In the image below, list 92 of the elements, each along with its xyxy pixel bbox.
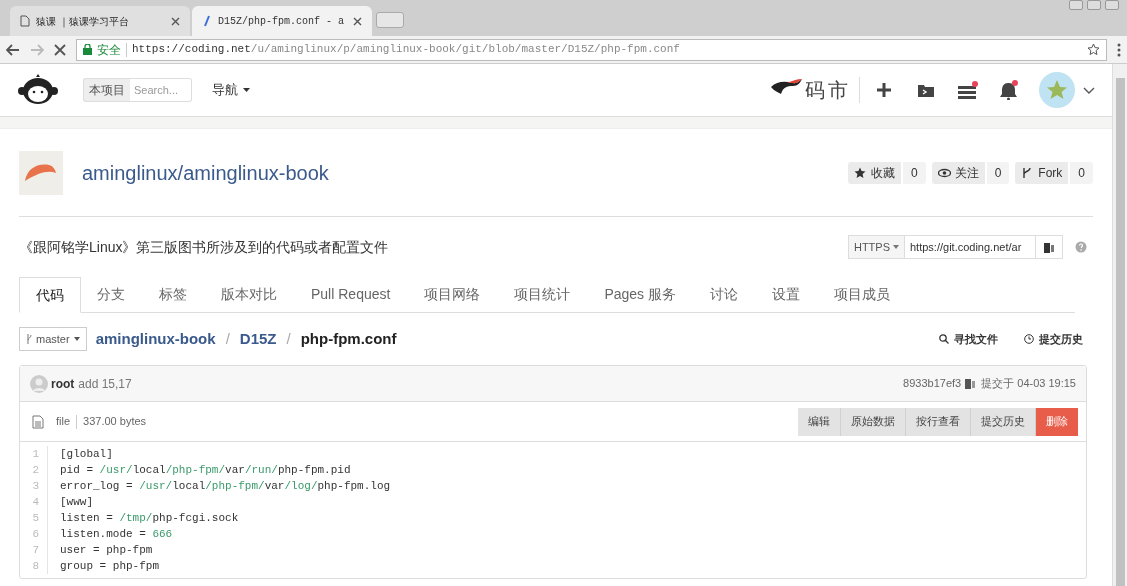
tab-title: D15Z/php-fpm.conf - a [218,14,346,29]
document-icon [32,414,44,429]
nav-tab[interactable]: 项目统计 [498,276,587,312]
caret-icon [243,88,250,92]
tab-title: 猿课 ｜猿课学习平台 [36,14,130,29]
loading-icon [202,15,212,27]
file-action-button[interactable]: 编辑 [798,407,841,436]
commit-message: add 15,17 [78,375,132,393]
line-number: 3 [20,478,48,494]
breadcrumb-link[interactable]: aminglinux-book [95,327,216,351]
line-number: 5 [20,510,48,526]
nav-tab[interactable]: 讨论 [694,276,754,312]
line-number: 7 [20,542,48,558]
file-name: php-fpm.conf [300,328,397,349]
line-number: 2 [20,462,48,478]
code-line: error_log = /usr/local/php-fpm/var/log/php-fpm.log [59,478,391,494]
bell-icon[interactable] [999,80,1019,100]
list-icon[interactable] [958,81,979,99]
url-text: https://coding.net/u/aminglinux/p/aminglinux-book/git/blob/master/D15Z/php-fpm.conf [132,42,680,58]
nav-tab[interactable]: Pull Request [295,276,407,312]
count-label: 0 [1070,161,1093,184]
nav-tab[interactable]: 设置 [756,276,816,312]
protocol-dropdown[interactable]: HTTPS [847,235,905,259]
repo-avatar [19,150,63,195]
star-icon [853,166,867,179]
search-icon [939,334,949,344]
file-action-button[interactable]: 原始数据 [841,407,906,436]
nav-tab[interactable]: 项目网络 [408,276,497,312]
nav-tab[interactable]: Pages 服务 [588,276,692,312]
path-separator: / [286,328,291,349]
commit-time: 提交于 04-03 19:15 [981,376,1076,392]
eye-icon [937,166,951,179]
file-size: 337.00 bytes [83,414,147,430]
close-icon[interactable] [353,16,362,26]
nav-tab[interactable]: 标签 [143,276,203,312]
clone-url-field[interactable]: https://git.coding.net/ar [905,235,1035,259]
nav-menu[interactable]: 导航 [212,80,250,100]
address-field[interactable]: 安全 https://coding.net/u/aminglinux/p/aminglinux-book/git/blob/master/D15Z/php-fpm.conf [76,38,1107,61]
browser-tab[interactable]: 猿课 ｜猿课学习平台 [10,6,190,36]
line-number: 4 [20,494,48,510]
copy-icon[interactable] [965,378,976,389]
code-line: [global] [59,446,113,462]
code-line: listen.mode = 666 [59,526,173,542]
caret-icon [893,245,899,249]
eye-button[interactable]: 关注 [931,161,985,184]
chevron-down-icon[interactable] [1083,86,1095,94]
code-line: pid = /usr/local/php-fpm/var/run/php-fpm.pid [59,462,351,478]
path-separator: / [225,328,230,349]
branch-dropdown[interactable]: master [19,327,87,351]
code-line: [www] [59,494,93,510]
scrollbar[interactable] [1112,64,1127,586]
close-icon[interactable] [171,16,180,26]
repo-name-link[interactable]: aminglinux/aminglinux-book [82,157,329,188]
code-line: listen = /tmp/php-fcgi.sock [59,510,239,526]
plus-icon[interactable] [876,82,892,98]
file-type: file [56,414,71,430]
lock-icon [83,44,92,55]
nav-tab[interactable]: 代码 [19,277,81,313]
copy-icon [1044,241,1054,253]
star-icon[interactable] [1087,43,1100,56]
code-line: user = php-fpm [59,542,153,558]
fork-button[interactable]: Fork [1015,161,1069,184]
file-action-button[interactable]: 按行查看 [906,407,971,436]
line-number: 1 [20,446,48,462]
monkey-logo[interactable] [17,74,59,106]
secure-label: 安全 [97,41,121,59]
nav-tab[interactable]: 分支 [81,276,141,312]
file-action-button[interactable]: 提交历史 [971,407,1036,436]
line-number: 8 [20,558,48,574]
commit-hash-link[interactable]: 8933b17ef3 [903,375,962,392]
page-icon [20,15,30,27]
user-avatar-icon [30,374,48,393]
count-label: 0 [902,161,926,184]
caret-icon [73,337,80,341]
browser-tab[interactable]: D15Z/php-fpm.conf - a [192,6,372,36]
close-icon[interactable] [54,43,66,56]
nav-tab[interactable]: 版本对比 [205,276,293,312]
logo-text: 码市 [805,78,851,103]
count-label: 0 [986,161,1010,184]
back-icon[interactable] [6,43,20,56]
breadcrumb-link[interactable]: D15Z [239,327,277,351]
branch-icon [26,334,32,344]
copy-button[interactable] [1035,235,1063,259]
commit-author: root [51,375,75,393]
nav-tab[interactable]: 项目成员 [818,276,906,312]
repo-description: 《跟阿铭学Linux》第三版图书所涉及到的代码或者配置文件 [19,237,389,257]
code-line: group = php-fpm [59,558,160,574]
terminal-icon[interactable] [918,83,934,97]
line-number: 6 [20,526,48,542]
star-button[interactable]: 收藏 [847,161,901,184]
menu-icon[interactable] [1117,42,1121,57]
clock-icon [1024,334,1034,344]
